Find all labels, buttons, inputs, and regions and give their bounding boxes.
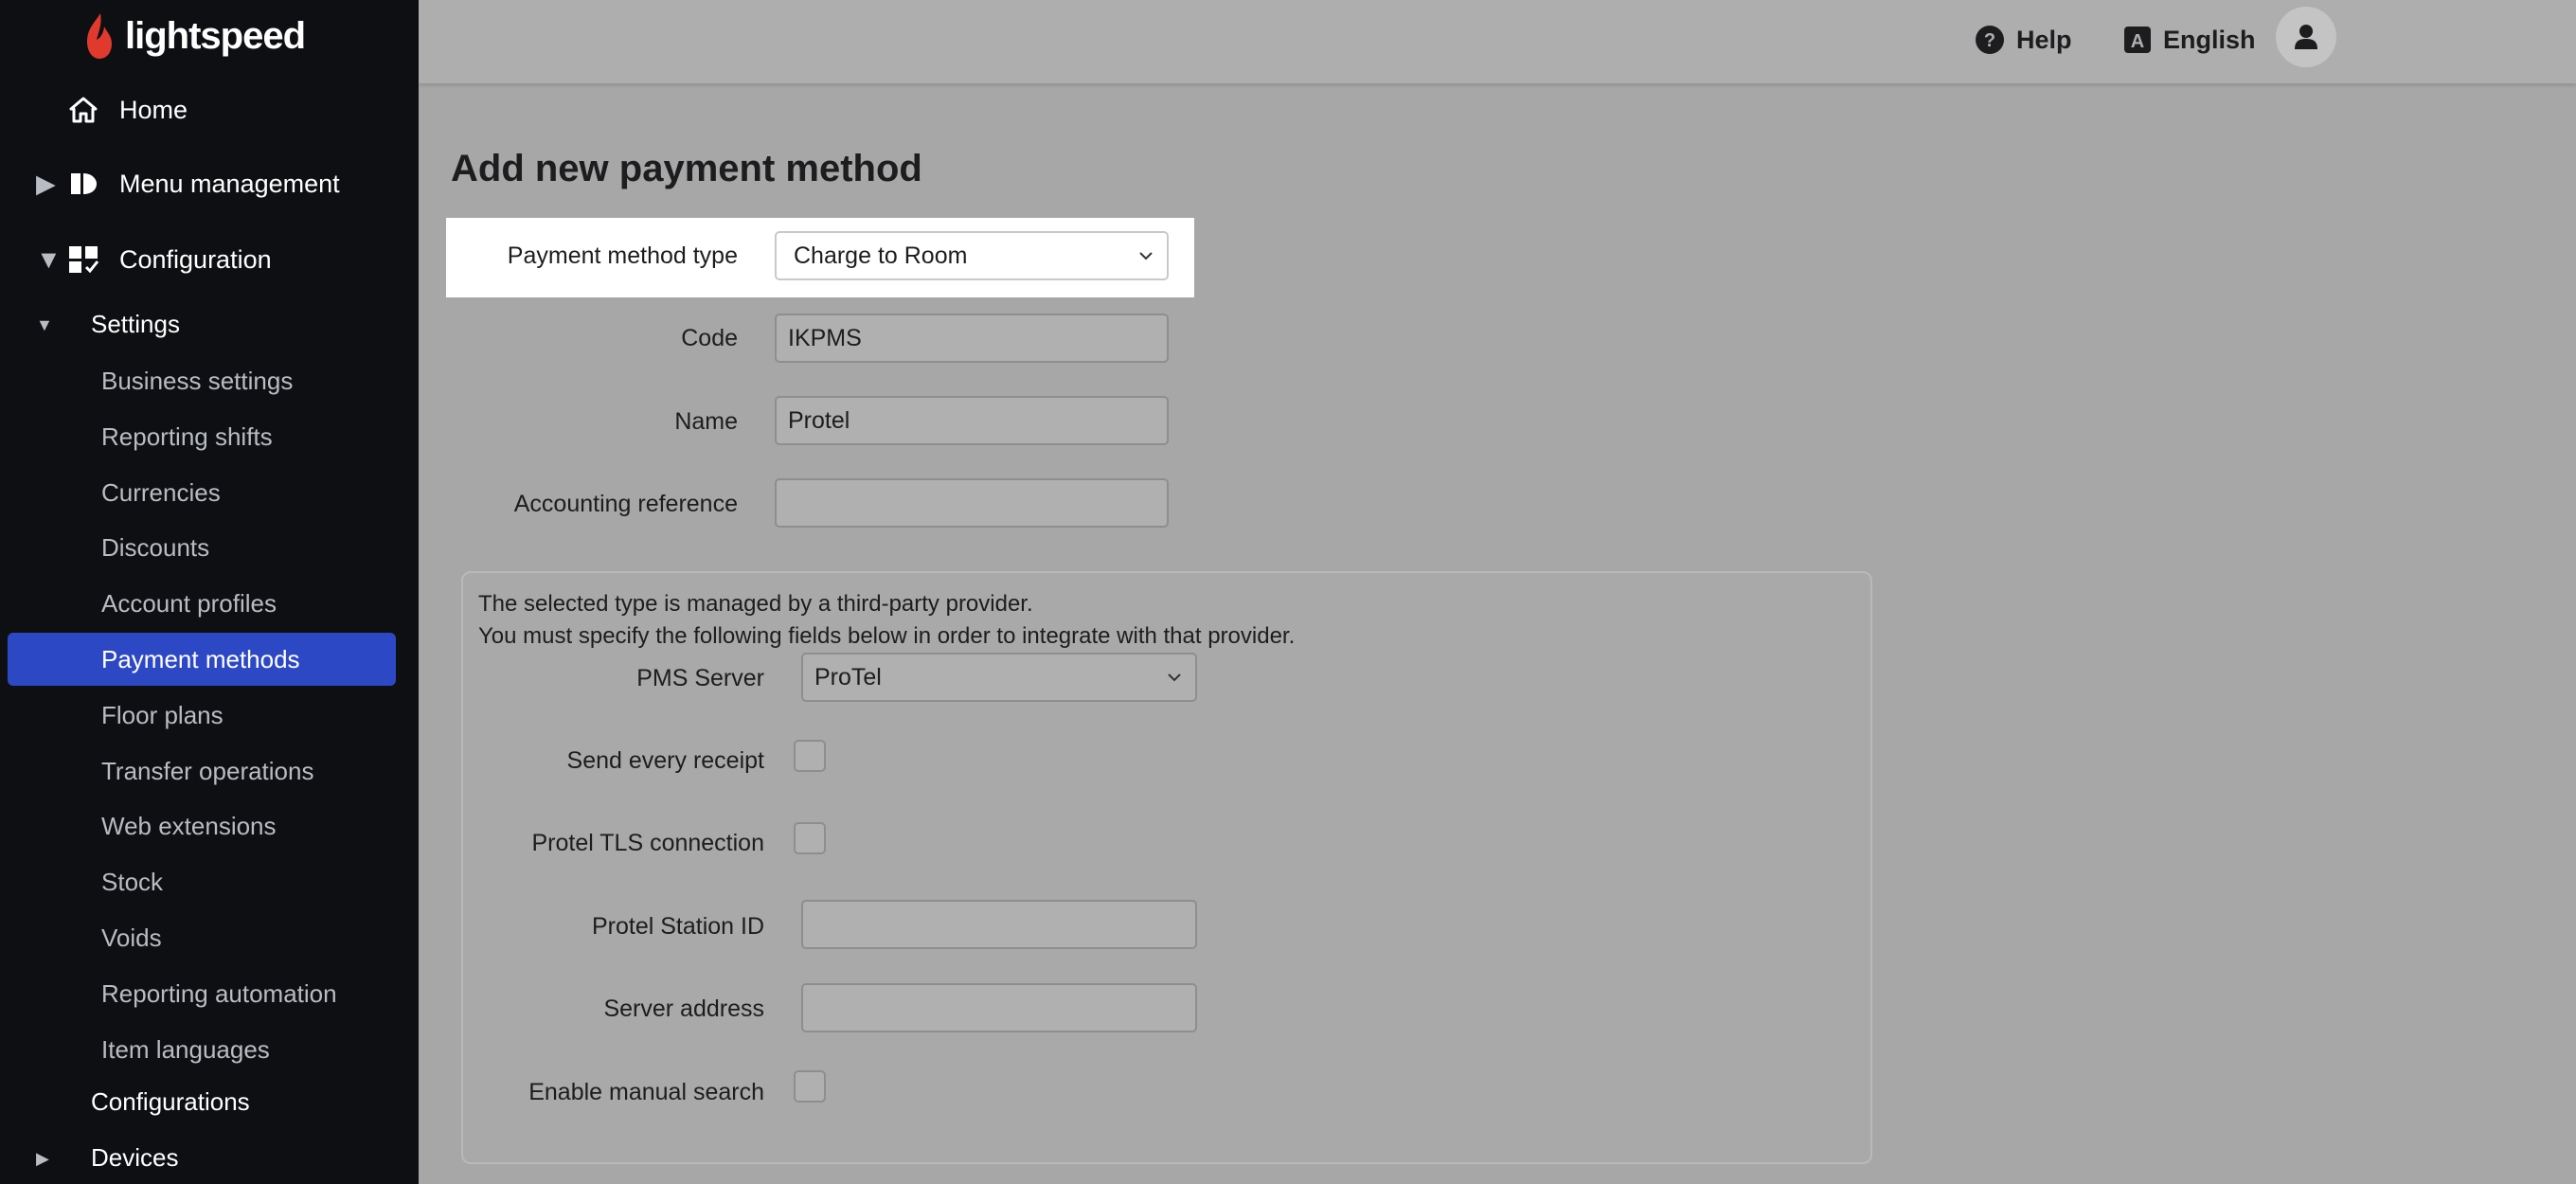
code-value: IKPMS [788, 324, 862, 351]
nav-configuration-label: Configuration [119, 244, 272, 274]
send-every-receipt-checkbox[interactable] [794, 740, 826, 772]
server-address-field[interactable] [801, 983, 1197, 1032]
accounting-reference-field[interactable] [775, 478, 1169, 528]
nav-configurations-label: Configurations [91, 1087, 250, 1116]
pms-server-value: ProTel [814, 663, 882, 691]
provider-notice-line1: The selected type is managed by a third-… [478, 591, 1033, 617]
code-field[interactable]: IKPMS [775, 314, 1169, 363]
nav-stock[interactable]: Stock [8, 855, 396, 908]
chevron-down-icon [1168, 673, 1181, 682]
nav-account-profiles[interactable]: Account profiles [8, 577, 396, 630]
payment-method-type-select[interactable]: Charge to Room [775, 231, 1169, 280]
nav-settings[interactable]: ▼ Settings [0, 310, 419, 344]
nav-business-settings[interactable]: Business settings [8, 354, 396, 407]
pms-server-select[interactable]: ProTel [801, 653, 1197, 702]
caret-down-icon[interactable]: ▼ [36, 315, 53, 335]
protel-tls-checkbox[interactable] [794, 822, 826, 854]
protel-station-id-field[interactable] [801, 900, 1197, 949]
language-icon: A [2124, 27, 2151, 53]
nav-devices[interactable]: ▶ Devices [0, 1143, 419, 1177]
send-every-receipt-label: Send every receipt [566, 747, 764, 774]
protel-tls-label: Protel TLS connection [531, 830, 764, 856]
nav-menu-management-label: Menu management [119, 169, 340, 198]
accounting-reference-label: Accounting reference [513, 491, 738, 517]
nav-leaf-label: Reporting automation [101, 978, 337, 1008]
nav-floor-plans[interactable]: Floor plans [8, 689, 396, 742]
nav-leaf-label: Reporting shifts [101, 422, 273, 451]
language-label: English [2163, 25, 2256, 54]
nav-devices-label: Devices [91, 1143, 179, 1172]
nav-currencies[interactable]: Currencies [8, 466, 396, 519]
lightspeed-logo[interactable]: lightspeed [83, 8, 306, 64]
nav-transfer-operations[interactable]: Transfer operations [8, 744, 396, 798]
help-label: Help [2016, 25, 2072, 54]
svg-text:?: ? [1984, 30, 1995, 51]
nav-leaf-label: Voids [101, 923, 162, 952]
payment-method-type-value: Charge to Room [794, 242, 968, 269]
menu-management-icon [66, 167, 100, 201]
provider-notice-line2: You must specify the following fields be… [478, 623, 1296, 649]
nav-leaf-label: Item languages [101, 1034, 270, 1064]
caret-right-icon[interactable]: ▶ [36, 170, 56, 199]
user-avatar[interactable] [2276, 7, 2336, 67]
nav-item-languages[interactable]: Item languages [8, 1023, 396, 1076]
nav-payment-methods[interactable]: Payment methods [8, 633, 396, 686]
user-icon [2295, 25, 2317, 49]
nav-configurations[interactable]: Configurations [0, 1087, 419, 1121]
caret-right-icon[interactable]: ▶ [36, 1149, 53, 1169]
nav-leaf-label: Stock [101, 867, 164, 896]
server-address-label: Server address [603, 996, 764, 1022]
nav-voids[interactable]: Voids [8, 911, 396, 964]
help-link[interactable]: ? Help [1975, 19, 2072, 61]
payment-method-type-label: Payment method type [507, 242, 738, 269]
home-icon [66, 93, 100, 127]
chevron-down-icon [1139, 252, 1153, 260]
caret-down-icon[interactable]: ▼ [36, 245, 62, 275]
name-label: Name [674, 408, 738, 435]
nav-web-extensions[interactable]: Web extensions [8, 799, 396, 852]
language-selector[interactable]: A English [2123, 19, 2256, 61]
nav-discounts[interactable]: Discounts [8, 521, 396, 574]
brand-name: lightspeed [125, 14, 306, 57]
help-icon: ? [1976, 26, 2004, 54]
enable-manual-search-label: Enable manual search [528, 1079, 764, 1105]
protel-station-id-label: Protel Station ID [591, 913, 764, 940]
nav-leaf-label: Payment methods [101, 644, 300, 673]
nav-settings-label: Settings [91, 310, 180, 338]
nav-leaf-label: Web extensions [101, 811, 277, 840]
nav-reporting-automation[interactable]: Reporting automation [8, 967, 396, 1020]
code-label: Code [681, 325, 738, 351]
nav-leaf-label: Currencies [101, 477, 221, 507]
nav-home-label: Home [119, 95, 188, 124]
svg-text:A: A [2131, 31, 2144, 52]
configuration-icon [66, 242, 100, 277]
enable-manual-search-checkbox[interactable] [794, 1070, 826, 1103]
nav-leaf-label: Floor plans [101, 700, 224, 729]
nav-leaf-label: Transfer operations [101, 756, 314, 785]
pms-server-label: PMS Server [636, 665, 764, 691]
nav-leaf-label: Account profiles [101, 588, 277, 618]
name-value: Protel [788, 406, 850, 434]
page-title: Add new payment method [451, 148, 922, 189]
nav-reporting-shifts[interactable]: Reporting shifts [8, 410, 396, 463]
nav-leaf-label: Business settings [101, 366, 294, 395]
nav-leaf-label: Discounts [101, 532, 210, 562]
flame-icon [87, 13, 112, 59]
name-field[interactable]: Protel [775, 396, 1169, 445]
sidebar: lightspeed Home ▶ Menu management ▼ Conf… [0, 0, 419, 1184]
